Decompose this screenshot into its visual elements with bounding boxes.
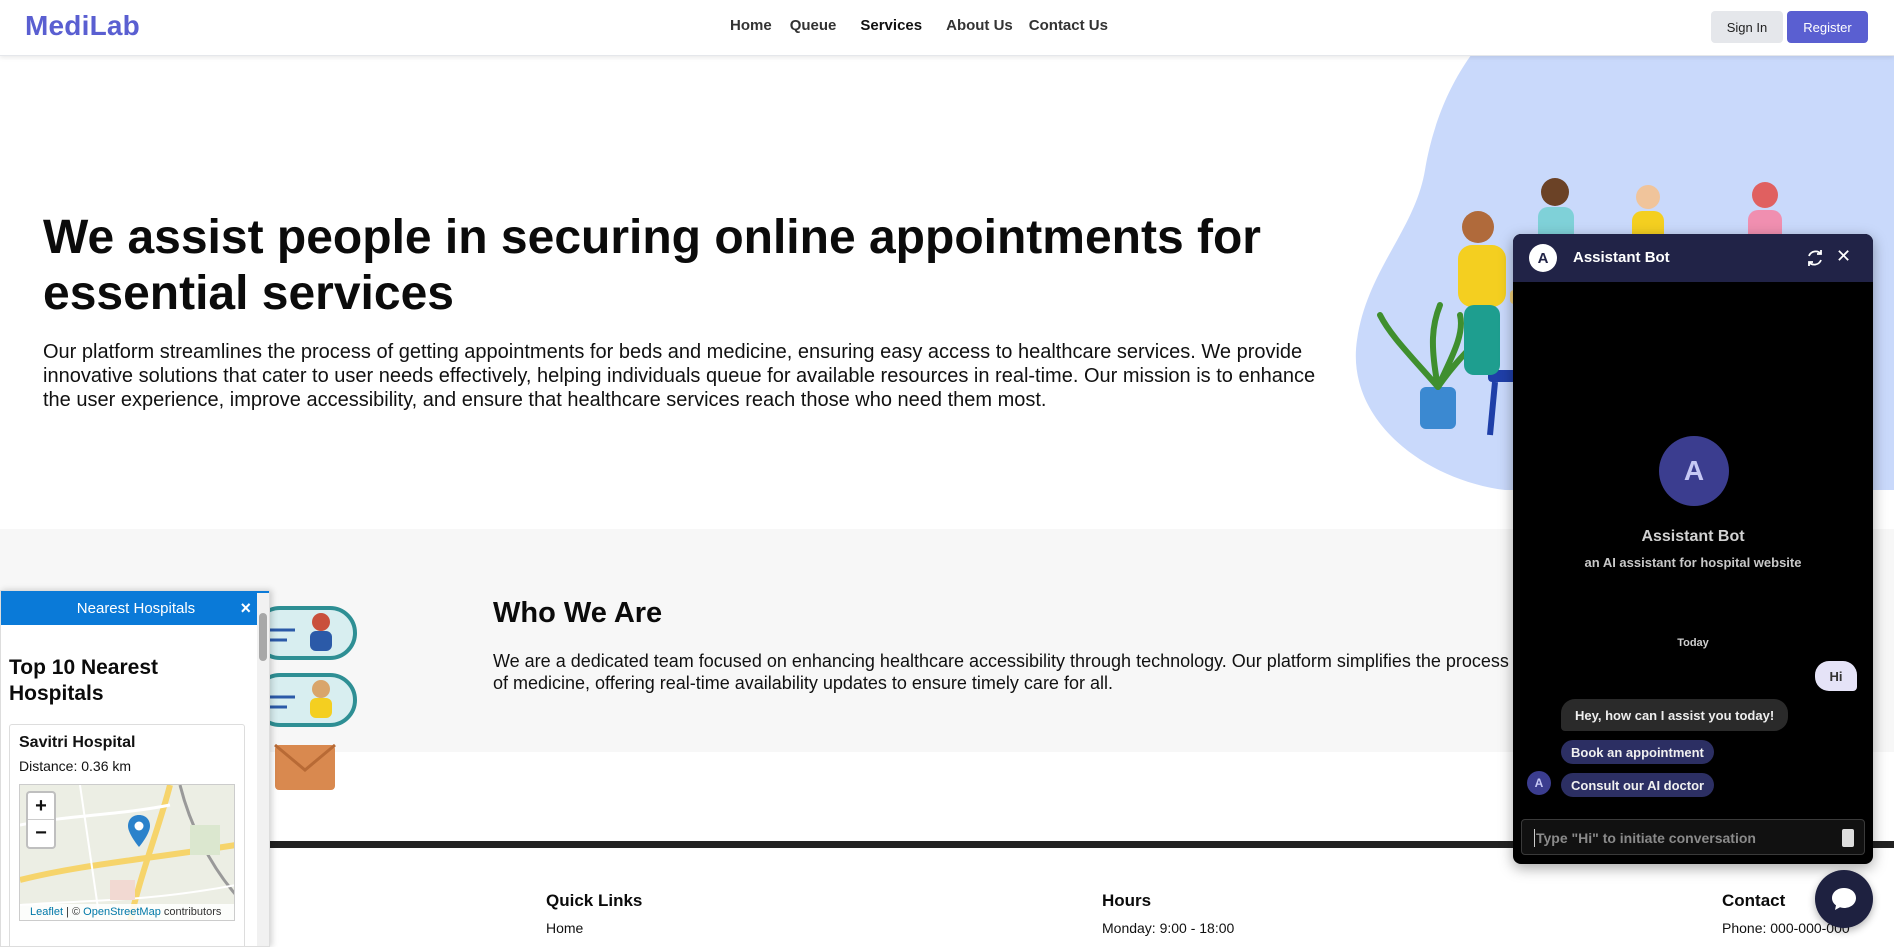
footer-contact-title: Contact [1722,891,1786,910]
leaflet-link[interactable]: Leaflet [30,906,63,918]
who-we-are-text: We are a dedicated team focused on enhan… [493,651,1509,693]
hospital-card: Savitri Hospital Distance: 0.36 km + − L… [9,724,245,946]
zoom-out-button[interactable]: − [28,820,54,847]
footer-quick-links-title: Quick Links [546,891,643,910]
input-caret [1534,829,1535,847]
refresh-icon[interactable] [1805,248,1825,268]
map-marker-icon[interactable] [128,815,150,847]
map-attribution: Leaflet | © OpenStreetMap contributors [20,904,234,920]
sign-in-button[interactable]: Sign In [1711,11,1783,43]
close-icon[interactable]: × [240,598,251,619]
input-spinner[interactable] [1842,829,1854,847]
who-we-are-title: Who We Are [493,597,663,629]
who-we-are-illustration [255,606,357,790]
register-button[interactable]: Register [1787,11,1868,43]
chat-input-placeholder: Type "Hi" to initiate conversation [1536,830,1756,846]
hospitals-list-heading: Top 10 Nearest Hospitals [9,656,158,705]
footer-hours-title: Hours [1102,891,1152,910]
bot-profile-name: Assistant Bot [1641,528,1745,545]
close-icon[interactable]: ✕ [1836,246,1851,267]
nav-link-services[interactable]: Services [860,17,922,34]
scrollbar-thumb[interactable] [259,613,267,661]
hero-description: Our platform streamlines the process of … [43,341,1316,411]
chatbot-title: Assistant Bot [1573,249,1670,266]
attribution-separator: | © [63,906,84,918]
user-message: Hi [1815,661,1857,691]
nav-links: Home Queue Services About Us Contact Us [730,17,1126,34]
map-zoom-controls: + − [26,791,56,849]
attribution-contributors: contributors [160,906,222,918]
footer-link-home[interactable]: Home [546,920,583,936]
logo[interactable]: MediLab [25,10,140,42]
zoom-in-button[interactable]: + [28,793,54,820]
hospital-distance: Distance: 0.36 km [19,758,132,774]
chat-input[interactable]: Type "Hi" to initiate conversation [1521,819,1865,855]
footer-hours-monday: Monday: 9:00 - 18:00 [1102,920,1235,936]
osm-link[interactable]: OpenStreetMap [83,906,161,918]
chat-bubble-icon [1832,888,1856,910]
nearest-hospitals-title: Nearest Hospitals [76,599,196,617]
nav-link-home[interactable]: Home [730,17,772,34]
hospitals-scrollbar[interactable] [257,593,269,946]
nearest-hospitals-header: Nearest Hospitals [1,591,269,625]
quick-reply-consult-ai-doctor[interactable]: Consult our AI doctor [1561,773,1715,797]
nav-link-contact[interactable]: Contact Us [1029,17,1108,34]
navbar: MediLab Home Queue Services About Us Con… [0,0,1894,56]
bot-message-avatar: A [1527,771,1551,795]
nearest-hospitals-panel: Nearest Hospitals × Top 10 Nearest Hospi… [0,590,270,947]
nav-link-about[interactable]: About Us [946,17,1013,34]
chat-day-separator: Today [1677,637,1709,649]
hero-title: We assist people in securing online appo… [43,211,1261,320]
chatbot-window: A Assistant Bot ✕ A Assistant Bot an AI … [1513,234,1873,864]
nav-link-queue[interactable]: Queue [790,17,837,34]
quick-reply-book-appointment[interactable]: Book an appointment [1561,740,1714,764]
bot-profile-avatar: A [1659,436,1729,506]
hospital-name: Savitri Hospital [19,734,136,751]
bot-profile-description: an AI assistant for hospital website [1584,555,1802,570]
bot-message: Hey, how can I assist you today! [1561,699,1789,731]
hospital-map[interactable]: + − Leaflet | © OpenStreetMap contributo… [19,784,235,921]
chatbot-header: A Assistant Bot ✕ [1513,234,1873,282]
chat-toggle-button[interactable] [1815,870,1873,928]
bot-avatar: A [1529,244,1557,272]
